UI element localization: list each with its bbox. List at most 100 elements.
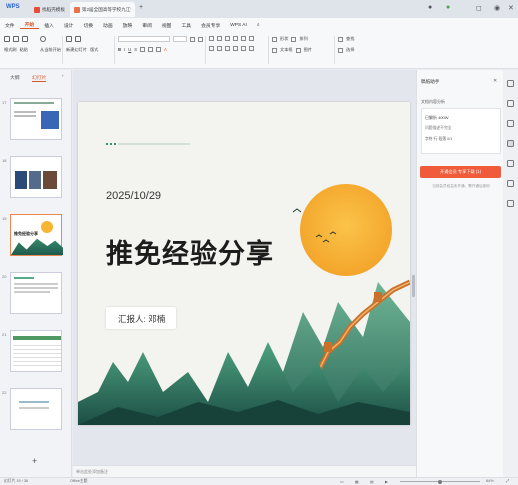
tab-slides[interactable]: 幻灯片 [32,74,47,82]
play-icon[interactable]: ▶ [385,479,388,484]
view-reading-icon[interactable]: ▤ [370,479,374,484]
fit-window-icon[interactable]: ⤢ [506,479,509,483]
layout-button[interactable]: 版式 [90,47,98,53]
arrange-icon[interactable] [291,36,297,42]
sync-status-icon[interactable]: ● [446,4,450,11]
line-spacing-icon[interactable] [241,36,246,41]
textbox-button[interactable]: 文本框 [280,47,293,53]
bullet-list-icon[interactable] [209,36,214,41]
menu-view[interactable]: 视图 [157,22,177,29]
search-icon[interactable]: ⌕ [252,22,265,28]
avatar[interactable]: ◉ [494,4,500,12]
slide-thumbnail[interactable] [10,272,62,314]
align-right-icon[interactable] [225,46,230,51]
align-left-icon[interactable] [209,46,214,51]
menu-review[interactable]: 审阅 [137,22,157,29]
play-from-current-button[interactable]: 从当前开始 [40,47,61,53]
paste-button[interactable]: 粘贴 [20,47,28,53]
arrange-button[interactable]: 排列 [299,36,307,42]
layout-icon[interactable] [75,36,81,42]
menu-wps-ai[interactable]: WPS AI [225,23,252,28]
format-painter-button[interactable]: 格式刷 [4,47,17,53]
menu-member[interactable]: 会员专享 [196,22,225,29]
text-direction-icon[interactable] [249,36,254,41]
decrease-indent-icon[interactable] [225,36,230,41]
paste-icon[interactable] [13,36,19,42]
numbered-list-icon[interactable] [217,36,222,41]
italic-icon[interactable]: I [124,47,125,52]
design-ideas-icon[interactable] [507,120,514,127]
close-icon[interactable]: ✕ [508,4,514,12]
add-slide-button[interactable]: + [32,456,37,466]
align-center-icon[interactable] [217,46,222,51]
font-size-select[interactable] [173,36,187,42]
notes-area[interactable]: 单击此处添加备注 [73,465,416,477]
play-from-current-icon[interactable] [40,36,46,42]
bold-icon[interactable]: B [118,47,121,52]
menu-transition[interactable]: 切换 [78,22,98,29]
select-icon[interactable] [338,47,343,53]
justify-icon[interactable] [233,46,238,51]
new-slide-button[interactable]: 新建幻灯片 [66,47,87,53]
columns-icon[interactable] [249,46,254,51]
shape-button[interactable]: 形状 [280,36,288,42]
slide-thumbnail[interactable] [10,388,62,430]
comments-icon[interactable] [507,160,514,167]
share-icon[interactable] [507,180,514,187]
reporter-box[interactable]: 汇报人: 邓楠 [106,307,176,329]
minimize-icon[interactable]: ● [428,4,432,11]
tab-outline[interactable]: 大纲 [10,74,20,81]
menu-tools[interactable]: 工具 [176,22,196,29]
close-pane-icon[interactable]: ✕ [493,78,497,84]
view-normal-icon[interactable]: ▭ [340,479,344,484]
textbox-icon[interactable] [272,47,277,53]
slide-thumbnail[interactable] [10,156,62,198]
picture-button[interactable]: 图片 [304,47,312,53]
underline-icon[interactable]: U [128,47,131,52]
zoom-level[interactable]: 64% [486,479,494,483]
menu-insert[interactable]: 插入 [39,22,59,29]
format-painter-icon[interactable] [4,36,10,42]
new-tab-icon[interactable]: + [139,4,143,11]
menu-design[interactable]: 设计 [59,22,79,29]
menu-file[interactable]: 文件 [0,22,20,29]
shadow-icon[interactable] [140,47,146,52]
slide-thumbnail[interactable] [10,330,62,372]
increase-indent-icon[interactable] [233,36,238,41]
superscript-icon[interactable] [148,47,154,52]
menu-animation[interactable]: 动画 [98,22,118,29]
view-sorter-icon[interactable]: ▦ [355,479,359,484]
picture-icon[interactable] [295,47,301,53]
restore-icon[interactable]: ◻ [476,4,482,12]
current-slide[interactable]: 2025/10/29 推免经验分享 汇报人: 邓楠 [78,102,410,425]
grow-font-icon[interactable] [190,36,195,42]
settings-icon[interactable] [507,200,514,207]
cut-icon[interactable] [22,36,28,42]
slide-date[interactable]: 2025/10/29 [106,190,161,202]
menu-home[interactable]: 开始 [19,21,40,29]
tab-current-document[interactable]: 第2届全国高等学校九江学院... [70,2,135,17]
vertical-scrollbar[interactable] [412,275,415,297]
shape-icon[interactable] [272,36,277,42]
font-color-icon[interactable]: A [164,47,167,52]
slide-title[interactable]: 推免经验分享 [106,232,274,271]
tab-template-store[interactable]: 找稻壳模板 [30,2,69,17]
menu-slideshow[interactable]: 放映 [118,22,138,29]
distribute-icon[interactable] [241,46,246,51]
find-button[interactable]: 查找 [346,36,354,42]
slide-thumbnail[interactable] [10,98,62,140]
zoom-slider-handle[interactable] [438,479,442,484]
assistant-icon[interactable] [507,140,514,147]
shrink-font-icon[interactable] [198,36,203,42]
font-family-select[interactable] [118,36,170,42]
find-icon[interactable] [338,36,343,42]
slide-thumbnail-selected[interactable]: 推免经验分享 [10,214,63,256]
upgrade-button[interactable]: 开通会员 专享下载 (1) [420,166,501,178]
strikethrough-icon[interactable]: S [134,47,137,52]
select-button[interactable]: 选择 [346,47,354,53]
subscript-icon[interactable] [156,47,162,52]
wps-logo[interactable]: WPS [6,4,20,10]
animation-pane-icon[interactable] [507,100,514,107]
collapse-pane-icon[interactable]: ‹ [62,74,64,79]
new-slide-icon[interactable] [66,36,72,42]
